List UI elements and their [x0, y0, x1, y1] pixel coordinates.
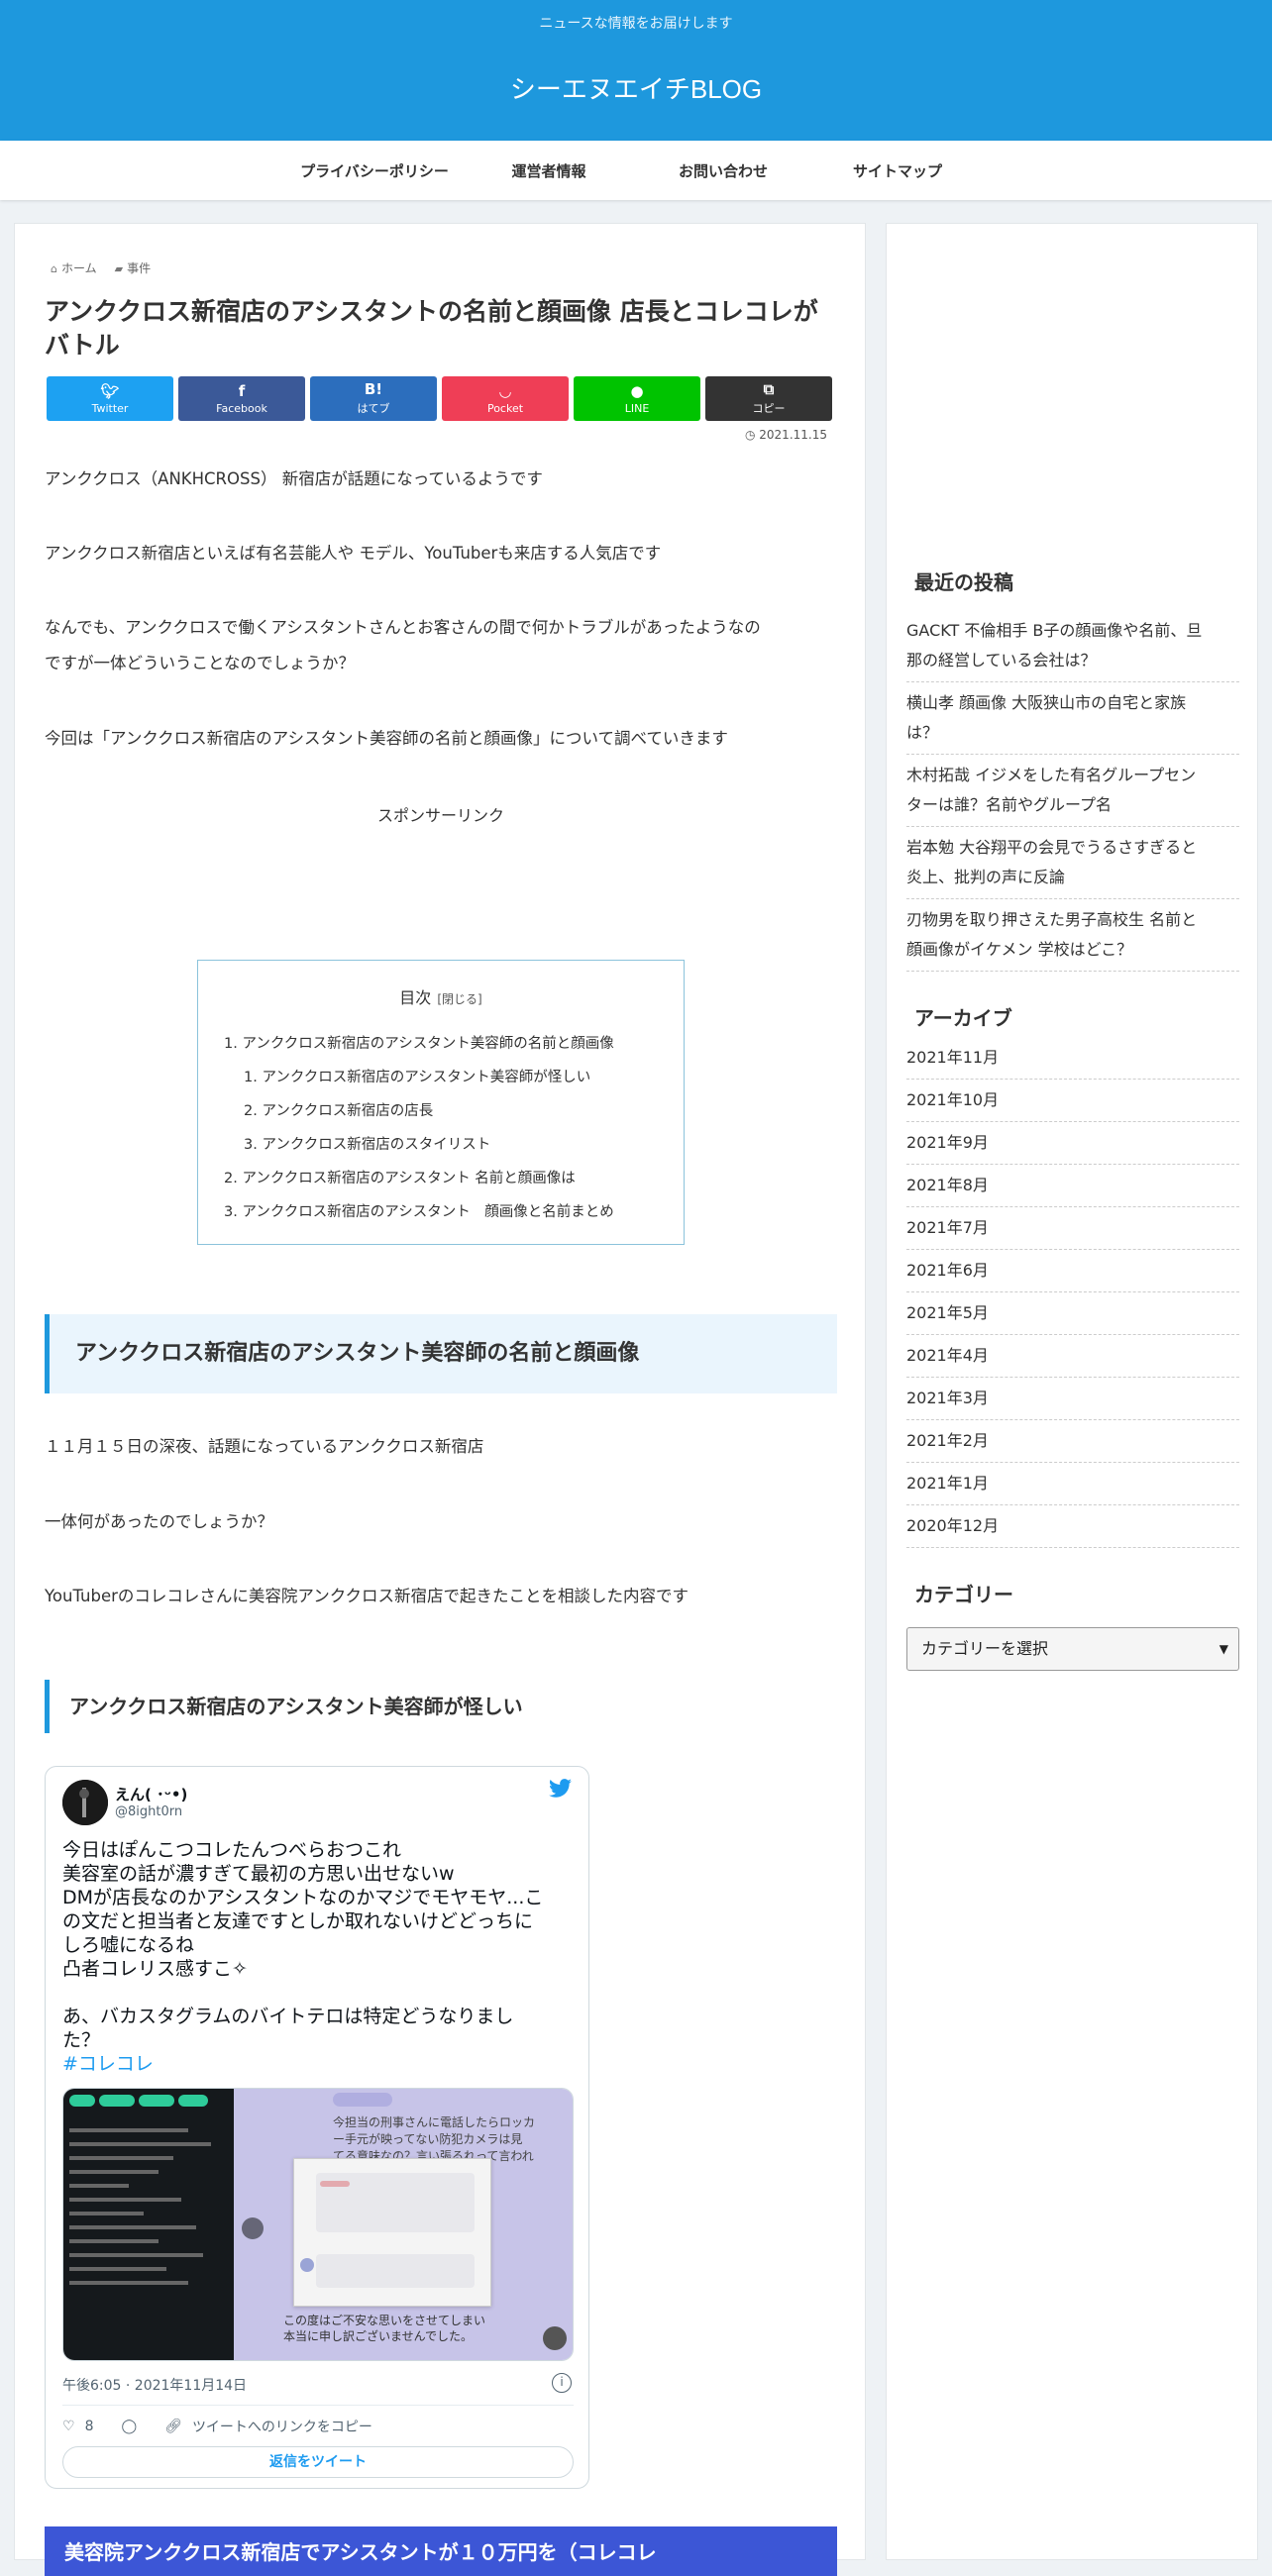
divider: [62, 2405, 574, 2406]
avatar[interactable]: [62, 1780, 108, 1825]
archive-link[interactable]: 2021年5月: [906, 1292, 1239, 1335]
like-count: 8: [84, 2419, 94, 2434]
facebook-icon: f: [238, 381, 246, 400]
article-title: アンククロス新宿店のアシスタントの名前と顔画像 店長とコレコレがバトル: [45, 297, 818, 360]
copy-icon: ⧉: [763, 380, 775, 398]
archive-link[interactable]: 2020年12月: [906, 1505, 1239, 1548]
archive-list: 2021年11月 2021年10月 2021年9月 2021年8月 2021年7…: [906, 1037, 1239, 1548]
paragraph: 一体何があったのでしょうか？: [45, 1512, 273, 1531]
clock-icon: ◷: [744, 428, 760, 442]
breadcrumb: ⌂ ホーム ▰ 事件: [51, 259, 151, 276]
recent-posts-heading: 最近の投稿: [914, 570, 1013, 594]
paragraph: YouTuberのコレコレさんに美容院アンククロス新宿店で起きたことを相談した内…: [45, 1587, 689, 1605]
recent-post-link[interactable]: 横山孝 顔画像 大阪狭山市の自宅と家族 は？: [906, 682, 1239, 755]
twitter-icon: 🐦︎: [100, 381, 120, 400]
table-of-contents: 目次 [閉じる] 1. アンククロス新宿店のアシスタント美容師の名前と顔画像 1.…: [197, 960, 685, 1245]
archive-heading: アーカイブ: [914, 1006, 1012, 1030]
copy-link-label[interactable]: ツイートへのリンクをコピー: [192, 2417, 372, 2436]
recent-post-link[interactable]: 木村拓哉 イジメをした有名グループセン ターは誰？名前やグループ名: [906, 755, 1239, 827]
toc-header: 目次 [閉じる]: [399, 988, 482, 1007]
tweet-actions: ♡ 8 ◯ 🔗︎ ツイートへのリンクをコピー: [62, 2417, 372, 2436]
home-icon: ⌂: [51, 262, 57, 275]
share-facebook-button[interactable]: f Facebook: [178, 376, 305, 421]
subsection-heading: アンククロス新宿店のアシスタント美容師が怪しい: [45, 1680, 837, 1733]
media-chat-panel: 今担当の刑事さんに電話したらロッカ ー手元が映ってない防犯カメラは見 てる意味な…: [234, 2089, 573, 2360]
archive-link[interactable]: 2021年7月: [906, 1207, 1239, 1250]
archive-link[interactable]: 2021年10月: [906, 1080, 1239, 1122]
toc-item[interactable]: 3. アンククロス新宿店のアシスタント 顔画像と名前まとめ: [224, 1200, 614, 1221]
sidebar: 最近の投稿 GACKT 不倫相手 B子の顔画像や名前、旦 那の経営している会社は？…: [886, 223, 1258, 2560]
media-stream-panel: [63, 2089, 234, 2360]
chevron-down-icon: ▼: [1219, 1642, 1228, 1656]
recent-post-link[interactable]: 岩本勉 大谷翔平の会見でうるさすぎると 炎上、批判の声に反論: [906, 827, 1239, 899]
reply-tweet-button[interactable]: 返信をツイート: [62, 2446, 574, 2478]
share-hatebu-button[interactable]: B! はてブ: [310, 376, 437, 421]
nav-privacy-policy[interactable]: プライバシーポリシー: [287, 160, 462, 181]
nav-sitemap[interactable]: サイトマップ: [810, 160, 985, 181]
reply-icon[interactable]: ◯: [121, 2419, 137, 2434]
recent-post-link[interactable]: 刃物男を取り押さえた男子高校生 名前と 顔画像がイケメン 学校はどこ？: [906, 899, 1239, 972]
archive-link[interactable]: 2021年11月: [906, 1037, 1239, 1080]
hashtag-link[interactable]: #コレコレ: [62, 2052, 574, 2076]
paragraph: なんでも、アンククロスで働くアシスタントさんとお客さんの間で何かトラブルがあった…: [45, 618, 761, 672]
link-icon[interactable]: 🔗︎: [164, 2419, 182, 2434]
section-heading: アンククロス新宿店のアシスタント美容師の名前と顔画像: [45, 1314, 837, 1393]
site-tagline: ニュースな情報をお届けします: [539, 16, 733, 32]
nav-contact[interactable]: お問い合わせ: [636, 160, 810, 181]
archive-link[interactable]: 2021年3月: [906, 1378, 1239, 1420]
sponsor-label: スポンサーリンク: [376, 806, 504, 825]
tweet-author-name[interactable]: えん( ･ᵕ•): [115, 1784, 187, 1804]
tweet-author-handle[interactable]: @8ight0rn: [115, 1804, 182, 1819]
toc-item[interactable]: 1. アンククロス新宿店のアシスタント美容師が怪しい: [244, 1066, 590, 1086]
archive-link[interactable]: 2021年1月: [906, 1463, 1239, 1505]
tweet-media[interactable]: 今担当の刑事さんに電話したらロッカ ー手元が映ってない防犯カメラは見 てる意味な…: [62, 2088, 574, 2361]
site-header: ニュースな情報をお届けします シーエヌエイチBLOG: [0, 0, 1272, 141]
recent-post-link[interactable]: GACKT 不倫相手 B子の顔画像や名前、旦 那の経営している会社は？: [906, 610, 1239, 682]
article-card: ⌂ ホーム ▰ 事件 アンククロス新宿店のアシスタントの名前と顔画像 店長とコレコレ…: [14, 223, 866, 2576]
global-nav: プライバシーポリシー 運営者情報 お問い合わせ サイトマップ: [0, 141, 1272, 200]
pocket-icon: ◡: [499, 381, 511, 400]
like-icon[interactable]: ♡: [62, 2419, 75, 2434]
toc-item[interactable]: 2. アンククロス新宿店の店長: [244, 1099, 433, 1120]
paragraph: 今回は「アンククロス新宿店のアシスタント美容師の名前と顔画像」について調べていき…: [45, 729, 728, 748]
embedded-tweet[interactable]: えん( ･ᵕ•) @8ight0rn 今日はぽんこつコレたんつべらおつこれ 美容…: [45, 1766, 589, 2489]
archive-link[interactable]: 2021年9月: [906, 1122, 1239, 1165]
section-heading-bar: 美容院アンククロス新宿店でアシスタントが１０万円を（コレコレ: [45, 2526, 837, 2576]
archive-link[interactable]: 2021年2月: [906, 1420, 1239, 1463]
share-buttons: 🐦︎ Twitter f Facebook B! はてブ ◡ Pocket ● LINE …: [47, 376, 832, 421]
toc-item[interactable]: 1. アンククロス新宿店のアシスタント美容師の名前と顔画像: [224, 1032, 614, 1053]
paragraph: アンククロス（ANKHCROSS） 新宿店が話題になっているようです: [45, 469, 543, 488]
info-icon[interactable]: i: [552, 2373, 572, 2393]
toc-toggle[interactable]: [閉じる]: [437, 992, 481, 1006]
category-select[interactable]: カテゴリーを選択 ▼: [906, 1627, 1239, 1671]
paragraph: １１月１５日の深夜、話題になっているアンククロス新宿店: [45, 1437, 484, 1456]
site-title[interactable]: シーエヌエイチBLOG: [0, 69, 1272, 106]
hatebu-icon: B!: [364, 380, 383, 398]
twitter-bird-icon[interactable]: [549, 1779, 573, 1803]
copy-button[interactable]: ⧉ コピー: [705, 376, 832, 421]
archive-link[interactable]: 2021年4月: [906, 1335, 1239, 1378]
archive-link[interactable]: 2021年6月: [906, 1250, 1239, 1292]
tweet-timestamp[interactable]: 午後6:05 · 2021年11月14日: [62, 2375, 247, 2395]
category-heading: カテゴリー: [914, 1583, 1013, 1606]
line-icon: ●: [630, 381, 644, 400]
share-pocket-button[interactable]: ◡ Pocket: [442, 376, 569, 421]
breadcrumb-home[interactable]: ⌂ ホーム: [51, 259, 97, 276]
recent-posts-list: GACKT 不倫相手 B子の顔画像や名前、旦 那の経営している会社は？ 横山孝 顔…: [906, 610, 1239, 972]
post-date: ◷ 2021.11.15: [744, 428, 827, 442]
share-line-button[interactable]: ● LINE: [574, 376, 700, 421]
tweet-text: 今日はぽんこつコレたんつべらおつこれ 美容室の話が濃すぎて最初の方思い出せないw…: [62, 1838, 574, 2076]
archive-link[interactable]: 2021年8月: [906, 1165, 1239, 1207]
breadcrumb-category[interactable]: ▰ 事件: [115, 259, 151, 276]
nav-operator-info[interactable]: 運営者情報: [462, 160, 636, 181]
toc-item[interactable]: 3. アンククロス新宿店のスタイリスト: [244, 1133, 490, 1154]
toc-item[interactable]: 2. アンククロス新宿店のアシスタント 名前と顔画像は: [224, 1167, 576, 1187]
share-twitter-button[interactable]: 🐦︎ Twitter: [47, 376, 173, 421]
folder-icon: ▰: [114, 262, 124, 275]
paragraph: アンククロス新宿店といえば有名芸能人や モデル、YouTuberも来店する人気店…: [45, 544, 662, 563]
